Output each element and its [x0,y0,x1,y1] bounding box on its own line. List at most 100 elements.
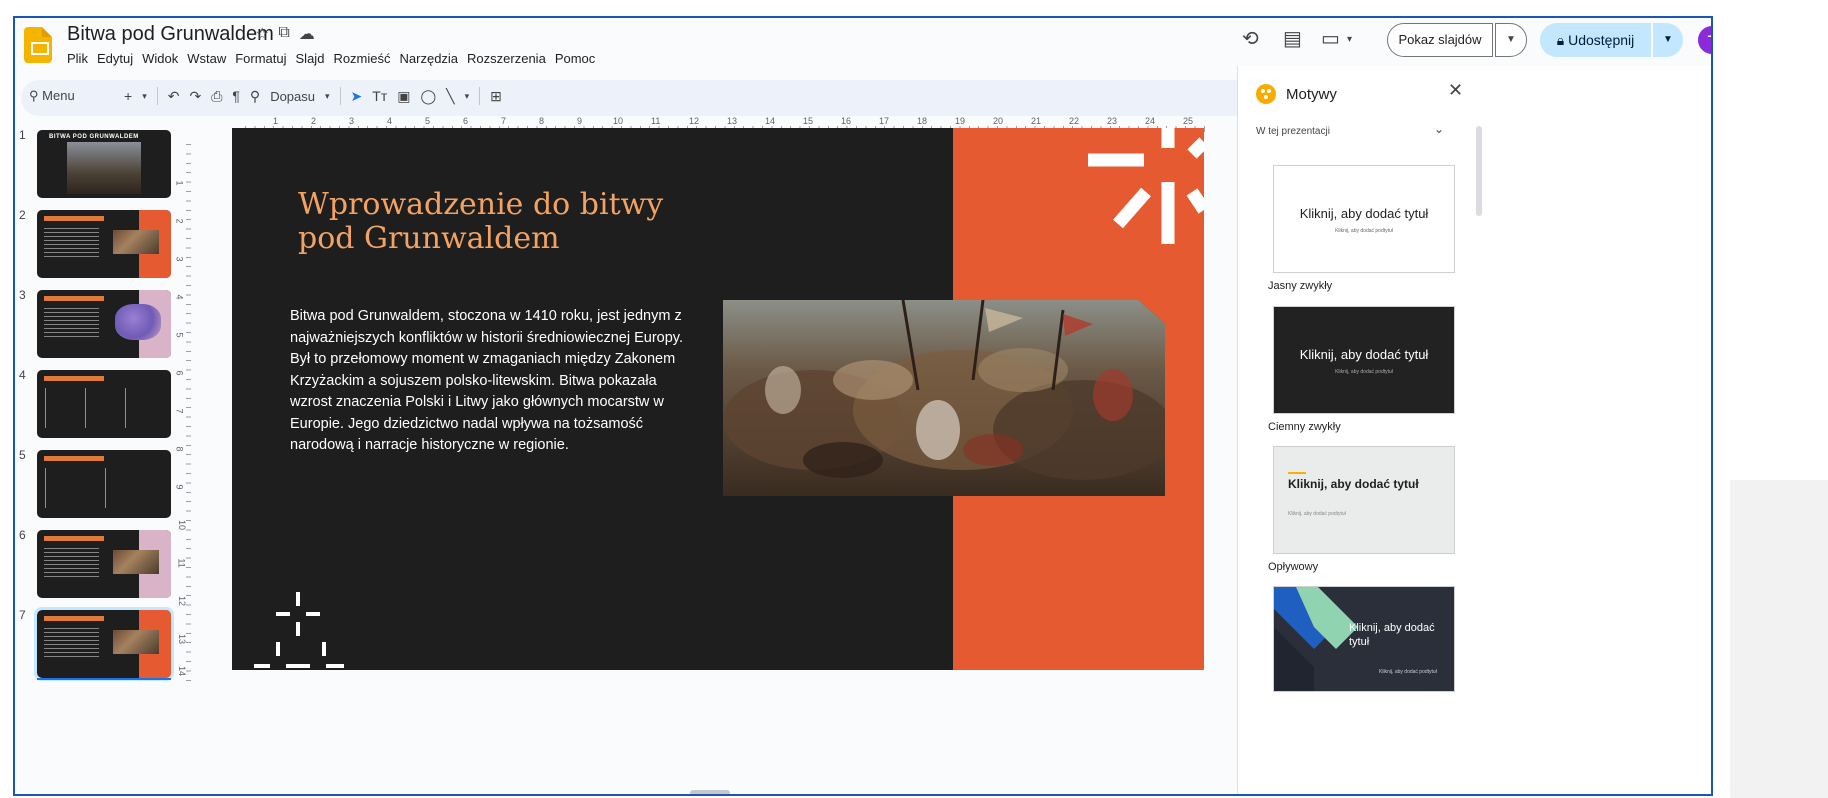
lock-icon: 🔒︎ [1556,32,1565,48]
ruler-number: 19 [955,116,966,126]
menu-help[interactable]: Pomoc [555,51,595,66]
slide-thumbnail-5[interactable] [37,450,171,518]
print-icon[interactable]: ⎙ [211,88,222,105]
share-dropdown-button[interactable]: ▼ [1653,23,1683,57]
slide-title[interactable]: Wprowadzenie do bitwy pod Grunwaldem [298,188,718,256]
thumbnail-column [45,468,101,508]
menu-insert[interactable]: Wstaw [187,51,226,66]
speaker-notes-handle[interactable] [690,790,730,794]
themes-panel-scrollbar[interactable] [1476,126,1482,216]
ruler-number: 9 [174,484,185,490]
menu-extensions[interactable]: Rozszerzenia [467,51,546,66]
menu-tools[interactable]: Narzędzia [400,51,459,66]
star-icon[interactable]: ☆ [255,24,269,44]
menu-edit[interactable]: Edytuj [97,51,133,66]
menu-view[interactable]: Widok [142,51,178,66]
history-icon[interactable]: ⟲ [1242,26,1259,51]
line-icon[interactable]: ╲ [446,88,454,105]
slides-logo-icon[interactable] [24,27,52,63]
theme-card-streamline[interactable]: Kliknij, aby dodać tytuł Kliknij, aby do… [1273,446,1455,554]
slideshow-dropdown-button[interactable]: ▼ [1495,23,1527,57]
ruler-number: 8 [539,116,545,126]
themes-section-select[interactable]: W tej prezentacji [1256,126,1330,137]
outer-background [1730,480,1828,798]
image-icon[interactable]: ▣ [397,88,410,105]
thumbnail-column [125,388,161,428]
theme-card-focus[interactable]: Kliknij, aby dodać tytuł Kliknij, aby do… [1273,586,1455,692]
shape-icon[interactable]: ◯ [420,88,436,105]
ruler-number: 10 [613,116,624,126]
theme-card-light[interactable]: Kliknij, aby dodać tytuł Kliknij, aby do… [1273,165,1455,273]
slide-thumbnail-2[interactable] [37,210,171,278]
ruler-number: 12 [689,116,700,126]
new-slide-dropdown-icon[interactable]: ▾ [142,91,147,102]
comments-icon[interactable]: ▤ [1283,26,1302,51]
ruler-number: 6 [463,116,469,126]
theme-accent-line [1288,472,1306,474]
new-slide-icon[interactable]: + [124,88,132,104]
slide-thumbnail-4[interactable] [37,370,171,438]
slide-thumbnail-6[interactable] [37,530,171,598]
slideshow-button[interactable]: Pokaz slajdów [1387,23,1493,57]
ruler-number: 5 [174,332,185,338]
paint-format-icon[interactable]: ¶ [232,88,240,104]
theme-name: Ciemny zwykły [1268,421,1341,433]
menu-slide[interactable]: Slajd [296,51,325,66]
cloud-status-icon[interactable]: ☁ [299,24,315,44]
thumbnail-painting [113,550,159,574]
document-title[interactable]: Bitwa pod Grunwaldem [67,23,274,46]
close-icon[interactable]: ✕ [1448,80,1463,101]
select-cursor-icon[interactable]: ➤ [351,88,363,105]
battle-painting-graphic [723,300,1165,496]
ruler-number: 22 [1069,116,1080,126]
menu-bar: Plik Edytuj Widok Wstaw Formatuj Slajd R… [67,51,595,66]
ruler-number: 25 [1183,116,1194,126]
search-icon: ⚲ [29,88,39,103]
thumbnail-title-bar [44,616,104,621]
ruler-number: 5 [425,116,431,126]
thumbnail-column [105,468,161,508]
battle-painting-image[interactable] [723,300,1165,496]
line-dropdown-icon[interactable]: ▾ [465,91,470,102]
text-box-icon[interactable]: Tт [372,88,387,104]
slide-thumbnail-1[interactable]: BITWA POD GRUNWALDEM [37,130,171,198]
zoom-icon[interactable]: ⚲ [250,88,260,105]
share-button[interactable]: 🔒︎ Udostępnij [1540,23,1651,57]
vertical-ruler[interactable]: 1 2 3 4 5 6 7 8 9 10 11 12 13 14 [174,144,193,684]
chevron-down-icon[interactable]: ⌄ [1434,122,1444,136]
theme-preview-title: Kliknij, aby dodać tytuł [1349,622,1435,648]
ruler-number: 1 [174,180,185,186]
redo-icon[interactable]: ↷ [189,88,201,105]
ruler-number: 7 [174,408,185,414]
palette-icon [1256,84,1276,104]
ruler-number: 21 [1031,116,1042,126]
menu-arrange[interactable]: Rozmieść [333,51,390,66]
slide-thumbnail-7[interactable] [34,607,174,681]
ruler-number: 14 [177,665,188,677]
menu-search[interactable]: ⚲ Menu [29,88,75,104]
menu-format[interactable]: Formatuj [235,51,286,66]
meet-dropdown-icon[interactable]: ▾ [1347,34,1352,45]
slide-number: 7 [19,608,26,622]
share-label: Udostępnij [1568,32,1635,48]
move-folder-icon[interactable]: ⧉ [278,24,289,44]
meet-icon[interactable]: ▭ [1321,26,1340,51]
zoom-select[interactable]: Dopasu [270,89,315,104]
undo-icon[interactable]: ↶ [168,88,180,105]
zoom-dropdown-icon[interactable]: ▾ [325,91,330,102]
theme-preview-subtitle: Kliknij, aby dodać podtytuł [1379,669,1437,675]
menu-file[interactable]: Plik [67,51,88,66]
slide-thumbnail-3[interactable] [37,290,171,358]
theme-name: Jasny zwykły [1268,280,1333,292]
ruler-number: 4 [174,294,185,300]
slide-number: 6 [19,528,26,542]
ruler-number: 11 [176,558,187,568]
slide-canvas[interactable]: Wprowadzenie do bitwy pod Grunwaldem Bit… [232,128,1204,670]
insert-comment-icon[interactable]: ⊞ [490,88,502,105]
slide-body-text[interactable]: Bitwa pod Grunwaldem, stoczona w 1410 ro… [290,306,700,457]
slide-number: 3 [19,288,26,302]
chevron-down-icon: ▼ [1506,34,1516,45]
ruler-number: 2 [174,218,185,224]
account-avatar[interactable]: T [1698,26,1711,54]
theme-card-dark[interactable]: Kliknij, aby dodać tytuł Kliknij, aby do… [1273,306,1455,414]
